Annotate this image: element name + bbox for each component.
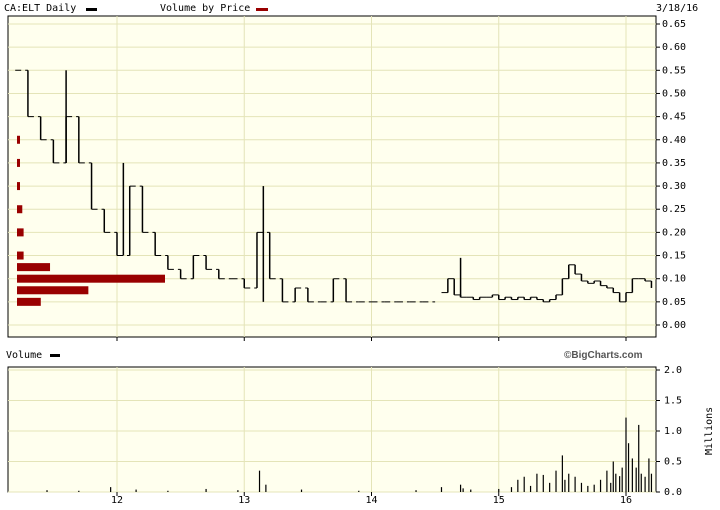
price-tick-label: 0.05	[662, 297, 686, 308]
header-band	[0, 0, 720, 16]
price-tick-label: 0.00	[662, 320, 686, 331]
volume-by-price-bar	[17, 274, 165, 283]
price-legend-label: CA:ELT Daily	[4, 3, 76, 14]
bigcharts-figure: CA:ELT Daily Volume by Price 3/18/16 0.0…	[0, 0, 720, 506]
price-tick-label: 0.55	[662, 65, 686, 76]
price-tick-label: 0.35	[662, 158, 686, 169]
brand-watermark: ©BigCharts.com	[564, 350, 643, 361]
volume-legend-label: Volume	[6, 350, 42, 361]
price-tick-label: 0.30	[662, 181, 686, 192]
x-tick-label: 16	[620, 495, 632, 506]
price-y-axis: 0.00 0.05 0.10 0.15 0.20 0.25 0.30 0.35 0.40 0.45…	[656, 19, 686, 331]
volume-tick-label: 0.5	[664, 457, 682, 468]
price-legend-swatch	[86, 8, 97, 11]
volume-tick-label: 1.0	[664, 426, 682, 437]
price-panel	[7, 15, 657, 338]
volume-tick-label: 0.0	[664, 487, 682, 498]
price-tick-label: 0.50	[662, 88, 686, 99]
volume-tick-label: 1.5	[664, 396, 682, 407]
volume-by-price-bar	[17, 182, 20, 191]
x-tick-label: 12	[111, 495, 123, 506]
price-tick-label: 0.25	[662, 204, 686, 215]
volume-panel	[7, 366, 657, 493]
price-tick-label: 0.15	[662, 251, 686, 262]
volume-by-price-bar	[17, 263, 51, 272]
volume-tick-label: 2.0	[664, 365, 682, 376]
volume-by-price-bar	[17, 158, 20, 167]
price-tick-label: 0.60	[662, 42, 686, 53]
volume-by-price-bar	[17, 297, 41, 306]
volume-axis-label: Millions	[704, 407, 715, 455]
price-tick-label: 0.65	[662, 19, 686, 30]
volume-by-price-legend-swatch	[256, 8, 268, 11]
x-tick-label: 13	[238, 495, 250, 506]
volume-by-price-bar	[17, 251, 24, 260]
volume-legend-swatch	[50, 354, 60, 357]
volume-y-axis: 0.0 0.5 1.0 1.5 2.0	[656, 365, 682, 498]
chart-date: 3/18/16	[656, 3, 698, 14]
price-tick-label: 0.10	[662, 274, 686, 285]
volume-by-price-bar	[17, 228, 24, 237]
price-tick-label: 0.20	[662, 227, 686, 238]
volume-by-price-legend-label: Volume by Price	[160, 3, 250, 14]
volume-by-price-bar	[17, 205, 23, 214]
volume-by-price-bar	[17, 135, 20, 144]
volume-by-price-bar	[17, 286, 89, 295]
price-tick-label: 0.45	[662, 112, 686, 123]
x-tick-label: 15	[493, 495, 505, 506]
price-tick-label: 0.40	[662, 135, 686, 146]
x-tick-label: 14	[366, 495, 378, 506]
